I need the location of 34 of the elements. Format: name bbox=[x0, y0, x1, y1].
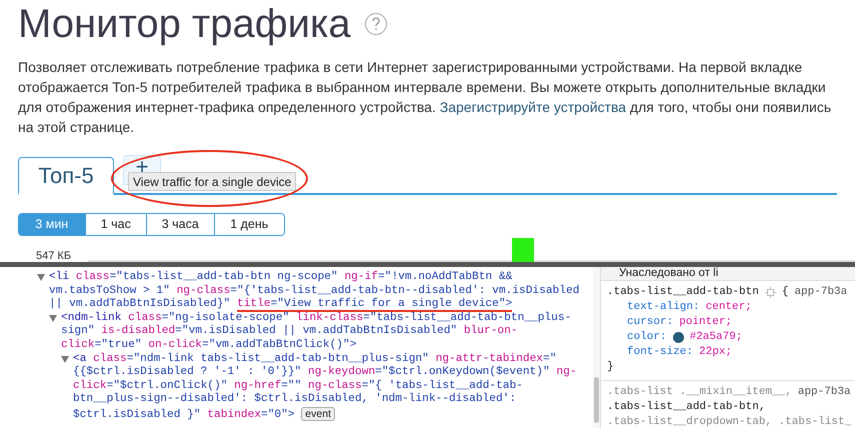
color-swatch[interactable] bbox=[672, 332, 684, 343]
dom-node-markup: <ndm-link class="ng-isolate-scope" link-class="tabs-list__add-tab-btn__plus-sign" is-disabled="vm.isDisabled || vm.addTabBtnIsDisabled" blur-on-click="true" on-click="vm.addTabBtnClick()"> bbox=[61, 312, 572, 352]
css-value[interactable]: #2a5a79; bbox=[690, 330, 742, 345]
register-devices-link[interactable]: Зарегистрируйте устройства bbox=[440, 99, 626, 115]
expand-arrow-icon[interactable] bbox=[61, 356, 69, 363]
brace-text: { bbox=[782, 285, 788, 300]
tab[interactable]: Топ-5 bbox=[18, 157, 114, 195]
inherited-header: Унаследовано от li bbox=[601, 267, 855, 281]
css-property[interactable]: text-align: bbox=[627, 300, 700, 315]
css-selector[interactable]: .tabs-list .__mixin__item__, bbox=[607, 385, 792, 400]
period-option[interactable]: 1 день bbox=[214, 214, 284, 235]
dom-node-markup: <a class="ndm-link tabs-list__add-tab-btn__plus-sign" ng-attr-tabindex="{{$ctrl.isDisabled ? '-1' : '0'}}" ng-keydown="$ctrl.onKeydown($event)" ng-click="$ctrl.onClick()" ng-href="" ng-class="{ 'tabs-list__add-tab-btn__plus-sign--disabled': $ctrl.isDisabled, 'ndm-link--disabled': $ctrl.isDisabled }" tabindex="0"> event bbox=[73, 352, 578, 423]
expand-arrow-icon[interactable] bbox=[49, 314, 57, 322]
expand-arrow-icon[interactable] bbox=[37, 274, 45, 281]
css-selector[interactable]: .tabs-list__add-tab-btn, bbox=[607, 400, 766, 415]
css-property[interactable]: cursor: bbox=[627, 315, 674, 330]
axis-label: 547 КБ bbox=[36, 249, 72, 262]
css-value[interactable]: center; bbox=[706, 300, 752, 315]
css-value[interactable]: pointer; bbox=[679, 315, 732, 330]
event-badge[interactable]: event bbox=[301, 406, 335, 421]
brace-text: } bbox=[607, 360, 615, 375]
css-property[interactable]: font-size: bbox=[627, 345, 694, 360]
page-title: Монитор трафика bbox=[18, 1, 351, 47]
help-icon[interactable] bbox=[364, 13, 387, 35]
scrollbar-thumb[interactable] bbox=[594, 377, 599, 423]
source-link[interactable]: app-7b3a bbox=[798, 385, 851, 400]
source-link[interactable]: app-7b3a bbox=[794, 285, 848, 300]
css-value[interactable]: 22px; bbox=[699, 345, 732, 360]
css-selector[interactable]: .tabs-list__dropdown-tab, .tabs-list_ bbox=[607, 415, 852, 428]
tooltip: View traffic for a single device bbox=[128, 172, 296, 191]
css-property[interactable]: color: bbox=[627, 330, 667, 345]
dom-node-markup: <li class="tabs-list__add-tab-btn ng-scope" ng-if="!vm.noAddTabBtn && vm.tabsToShow > 1" ng-class="{'tabs-list__add-tab-btn--disabled': vm.isDisabled || vm.addTabBtnIsDisabled}" title="View traffic for a single device"> bbox=[49, 271, 580, 312]
description-text: Позволяет отслеживать потребление трафика в сети Интернет зарегистрированными устройствами. На первой вкладке отображается Топ-5 потребителей трафика в выбранном интервале времени. Вы можете открыть дополнительные вкладки для отображения интернет-трафика определенного устройства. Зарегистрируйте устройства для того, чтобы они появились на этой странице. bbox=[18, 58, 832, 137]
css-selector[interactable]: .tabs-list__add-tab-btn bbox=[607, 285, 759, 300]
